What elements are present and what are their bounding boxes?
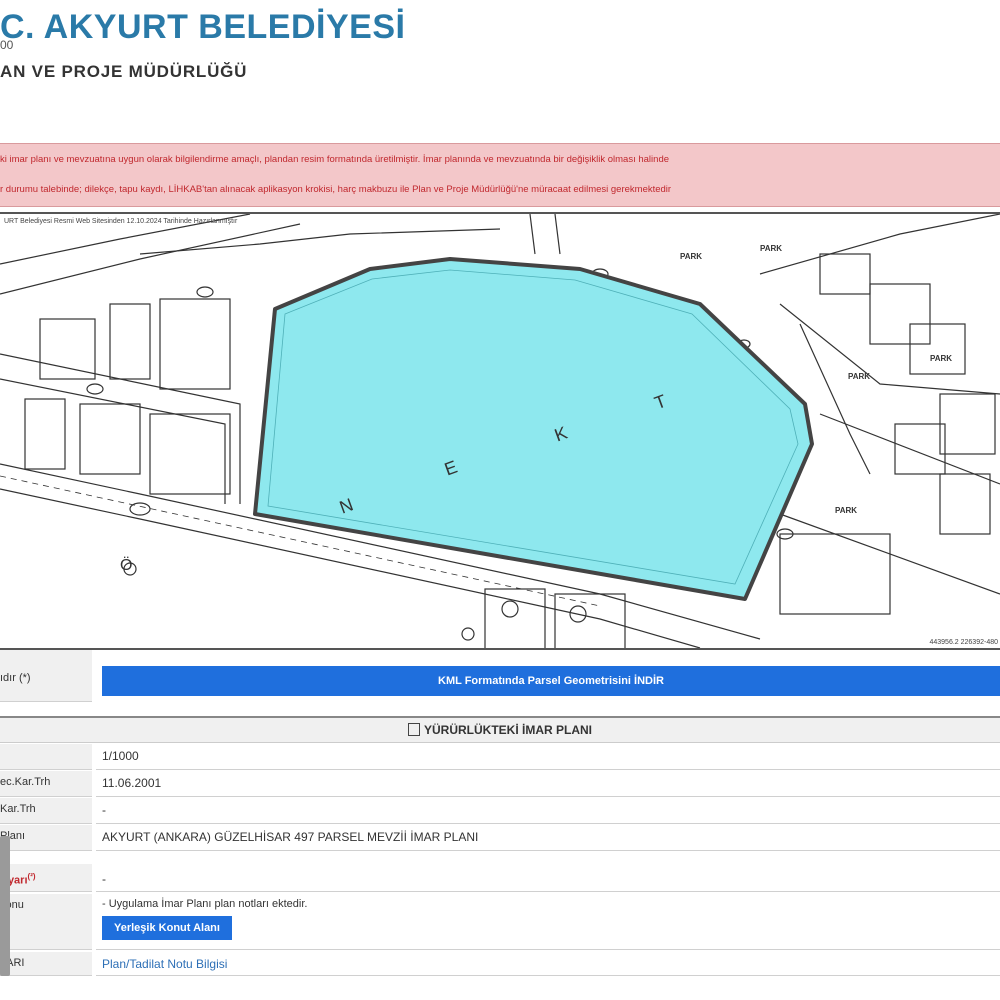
table-row: Kar.Trh -	[0, 798, 1000, 824]
notes-link-cell: Plan/Tadilat Notu Bilgisi	[96, 952, 1000, 976]
map-drawing	[0, 214, 1000, 648]
section-header-zoning-plan: YÜRÜRLÜKTEKİ İMAR PLANI	[0, 716, 1000, 743]
warning-value: -	[96, 864, 1000, 892]
park-label: PARK	[835, 506, 858, 515]
section-title: YÜRÜRLÜKTEKİ İMAR PLANI	[424, 723, 592, 737]
row-value-scale: 1/1000	[96, 744, 1000, 770]
disclaimer-notice: ki imar planı ve mevzuatına uygun olarak…	[0, 143, 1000, 207]
park-label: PARK	[760, 244, 783, 253]
zoning-map[interactable]: N E K T Ö PARK PARK PARK PARK PARK URT B…	[0, 212, 1000, 650]
table-row: Planı AKYURT (ANKARA) GÜZELHİSAR 497 PAR…	[0, 825, 1000, 851]
seal-text: 00	[0, 38, 14, 52]
row-value-plan-name: AKYURT (ANKARA) GÜZELHİSAR 497 PARSEL ME…	[96, 825, 1000, 851]
row-label: Planı	[0, 825, 92, 851]
map-caption: URT Belediyesi Resmi Web Sitesinden 12.1…	[4, 218, 238, 225]
kml-label: ıdır (*)	[0, 650, 92, 702]
residential-zone-button[interactable]: Yerleşik Konut Alanı	[102, 916, 232, 940]
map-label-o: Ö	[120, 557, 133, 574]
coordinate-readout: 443956.2 226392-480	[929, 639, 998, 646]
parcel-shape	[253, 257, 814, 601]
row-value-approval-date: 11.06.2001	[96, 771, 1000, 797]
park-label: PARK	[848, 372, 871, 381]
notice-line-2: r durumu talebinde; dilekçe, tapu kaydı,…	[0, 184, 672, 195]
table-row: ec.Kar.Trh 11.06.2001	[0, 771, 1000, 797]
row-label: ec.Kar.Trh	[0, 771, 92, 797]
notes-label: LARI	[0, 952, 92, 976]
department-subtitle: AN VE PROJE MÜDÜRLÜĞÜ	[0, 62, 248, 81]
page-header: C. AKYURT BELEDİYESİ 00 AN VE PROJE MÜDÜ…	[0, 0, 1000, 140]
park-label: PARK	[680, 252, 703, 261]
notes-row: LARI Plan/Tadilat Notu Bilgisi	[0, 952, 1000, 976]
zone-label: yonu	[0, 894, 92, 950]
plan-notes-link[interactable]: Plan/Tadilat Notu Bilgisi	[102, 957, 227, 971]
zone-row: yonu - Uygulama İmar Planı plan notları …	[0, 894, 1000, 950]
park-label: PARK	[930, 354, 953, 363]
download-kml-button[interactable]: KML Formatında Parsel Geometrisini İNDİR	[102, 666, 1000, 696]
document-icon	[408, 723, 420, 737]
warning-row: Uyarı(²) -	[0, 864, 1000, 892]
row-label	[0, 744, 92, 770]
kml-row: ıdır (*) KML Formatında Parsel Geometris…	[0, 650, 1000, 702]
table-row: 1/1000	[0, 744, 1000, 770]
row-value-decision-date: -	[96, 798, 1000, 824]
warning-label: Uyarı(²)	[0, 864, 92, 892]
scrollbar-handle[interactable]	[0, 836, 10, 976]
notice-line-1: ki imar planı ve mevzuatına uygun olarak…	[0, 154, 670, 165]
municipality-title: C. AKYURT BELEDİYESİ	[0, 8, 406, 46]
row-label: Kar.Trh	[0, 798, 92, 824]
